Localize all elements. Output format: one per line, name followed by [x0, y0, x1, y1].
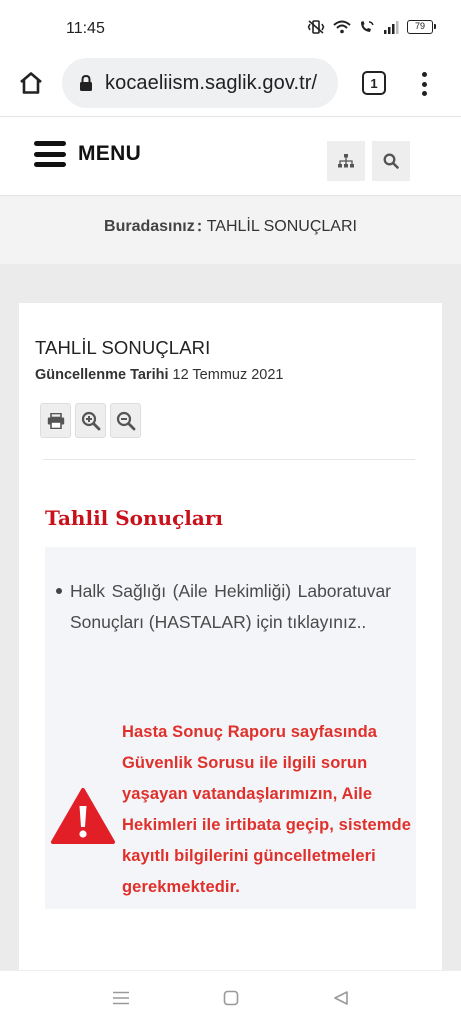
page-title: TAHLİL SONUÇLARI [35, 337, 211, 358]
status-icons: 79 [307, 20, 436, 34]
tab-switcher-button[interactable]: 1 [362, 71, 386, 95]
vibrate-icon [307, 20, 325, 34]
menu-button[interactable]: MENU [34, 141, 141, 167]
divider [43, 459, 415, 460]
wifi-calling-icon [361, 21, 374, 32]
browser-toolbar: kocaeliism.saglik.gov.tr/ 1 [0, 52, 461, 116]
zoom-in-icon [81, 411, 100, 430]
breadcrumb-label: Buradasınız [104, 218, 195, 235]
battery-icon: 79 [407, 20, 436, 34]
breadcrumb-current[interactable]: TAHLİL SONUÇLARI [207, 218, 357, 235]
lock-icon[interactable] [79, 74, 93, 92]
content-card: TAHLİL SONUÇLARI Güncellenme Tarihi 12 T… [19, 303, 442, 970]
zoom-out-icon [116, 411, 135, 430]
back-triangle-icon [334, 991, 348, 1005]
section-title: Tahlil Sonuçları [45, 506, 223, 530]
breadcrumb-separator-icon [197, 220, 202, 239]
system-home-button[interactable] [220, 987, 242, 1009]
breadcrumb: Buradasınız TAHLİL SONUÇLARI [0, 217, 461, 236]
lab-results-link[interactable]: Halk Sağlığı (Aile Hekimliği) Laboratuva… [70, 576, 391, 638]
updated-label: Güncellenme Tarihi [35, 367, 169, 383]
system-nav-bar [0, 970, 461, 1024]
search-icon [383, 153, 399, 169]
updated-info: Güncellenme Tarihi 12 Temmuz 2021 [35, 367, 284, 383]
home-square-icon [223, 990, 239, 1006]
signal-icon [384, 21, 399, 34]
recents-icon [113, 991, 129, 1005]
system-back-button[interactable] [330, 987, 352, 1009]
recents-button[interactable] [110, 987, 132, 1009]
page-tools [40, 403, 141, 438]
sitemap-icon [338, 154, 354, 168]
info-box: Halk Sağlığı (Aile Hekimliği) Laboratuva… [45, 547, 416, 909]
search-button[interactable] [372, 141, 410, 181]
print-button[interactable] [40, 403, 71, 438]
url-text: kocaeliism.saglik.gov.tr/ [105, 71, 318, 94]
bullet-icon [56, 588, 62, 594]
more-vert-icon[interactable] [414, 70, 434, 98]
home-icon [20, 72, 42, 94]
hamburger-icon [34, 141, 66, 167]
warning-icon [50, 787, 116, 850]
status-bar: 11:45 79 [0, 0, 461, 52]
site-header: MENU [0, 116, 461, 196]
print-icon [47, 412, 64, 429]
zoom-out-button[interactable] [110, 403, 141, 438]
menu-label: MENU [78, 142, 142, 165]
warning-text: Hasta Sonuç Raporu sayfasında Güvenlik S… [122, 723, 411, 896]
zoom-in-button[interactable] [75, 403, 106, 438]
updated-date: 12 Temmuz 2021 [172, 367, 284, 383]
status-time: 11:45 [66, 20, 105, 37]
url-bar[interactable]: kocaeliism.saglik.gov.tr/ [62, 58, 338, 108]
sitemap-button[interactable] [327, 141, 365, 181]
breadcrumb-band: Buradasınız TAHLİL SONUÇLARI [0, 196, 461, 264]
home-button[interactable] [16, 68, 46, 98]
wifi-icon [333, 20, 351, 34]
